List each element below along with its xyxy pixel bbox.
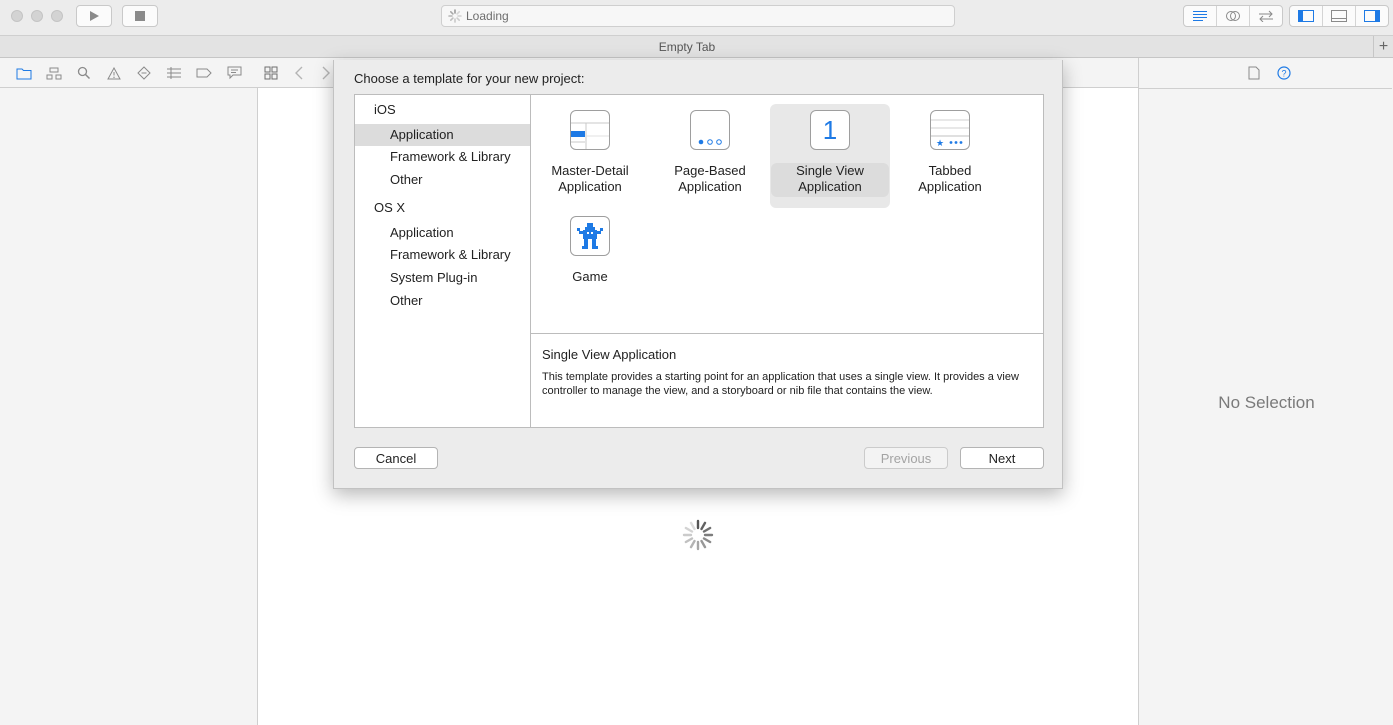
utilities-panel: ? No Selection <box>1138 58 1393 725</box>
editor-mode-control <box>1183 5 1283 27</box>
template-label: Tabbed Application <box>918 163 982 194</box>
description-title: Single View Application <box>542 347 677 362</box>
version-editor-button[interactable] <box>1250 6 1282 26</box>
next-button[interactable]: Next <box>960 447 1044 469</box>
go-back-button[interactable] <box>291 66 307 80</box>
assistant-editor-button[interactable] <box>1217 6 1250 26</box>
add-tab-button[interactable]: + <box>1373 36 1393 58</box>
play-icon <box>90 11 99 21</box>
template-label: Page-Based Application <box>674 163 746 194</box>
svg-text:★: ★ <box>936 139 944 149</box>
hierarchy-icon <box>46 67 62 79</box>
template-label: Single View Application <box>771 163 889 197</box>
category-group-osx: OS X <box>374 200 406 215</box>
small-spinner-icon <box>448 9 462 23</box>
sheet-title: Choose a template for your new project: <box>354 71 585 86</box>
breakpoint-icon <box>196 68 212 78</box>
category-group-ios: iOS <box>374 102 396 117</box>
template-tabbed[interactable]: ★ Tabbed Application <box>900 110 1000 195</box>
category-ios-framework-library[interactable]: Framework & Library <box>355 146 530 168</box>
speech-bubble-icon <box>227 66 241 80</box>
description-text: This template provides a starting point … <box>542 371 1019 397</box>
chevron-left-icon <box>295 66 303 80</box>
quick-help-tab[interactable]: ? <box>1276 66 1292 80</box>
svg-text:?: ? <box>1281 69 1286 79</box>
go-forward-button[interactable] <box>318 66 334 80</box>
help-icon: ? <box>1277 66 1291 80</box>
category-osx-system-plugin[interactable]: System Plug-in <box>355 267 530 289</box>
game-icon <box>570 216 610 256</box>
issue-navigator-tab[interactable] <box>106 66 122 80</box>
left-panel-icon <box>1298 10 1314 22</box>
tabbed-icon: ★ <box>930 110 970 150</box>
run-button[interactable] <box>76 5 112 27</box>
diamond-icon <box>137 66 151 80</box>
toggle-utilities-button[interactable] <box>1356 6 1388 26</box>
activity-viewer: Loading <box>441 5 955 27</box>
window-toolbar: Loading <box>0 0 1393 35</box>
template-single-view[interactable]: 1 Single View Application <box>770 104 890 208</box>
category-osx-other[interactable]: Other <box>355 290 530 312</box>
template-description-panel: Single View Application This template pr… <box>531 333 1044 428</box>
test-navigator-tab[interactable] <box>136 66 152 80</box>
file-inspector-tab[interactable] <box>1246 66 1262 80</box>
view-toggle-control <box>1289 5 1389 27</box>
activity-status-text: Loading <box>466 9 509 23</box>
loading-spinner-icon <box>682 519 714 551</box>
project-navigator-tab[interactable] <box>16 66 32 80</box>
new-project-sheet: Choose a template for your new project: … <box>333 60 1063 489</box>
tab-empty[interactable]: Empty Tab <box>0 40 1374 54</box>
close-window-button[interactable] <box>11 10 23 22</box>
breakpoint-navigator-tab[interactable] <box>196 66 212 80</box>
search-icon <box>77 66 91 80</box>
category-ios-other[interactable]: Other <box>355 169 530 191</box>
category-osx-framework-library[interactable]: Framework & Library <box>355 244 530 266</box>
standard-editor-button[interactable] <box>1184 6 1217 26</box>
standard-editor-icon <box>1193 11 1207 21</box>
zoom-window-button[interactable] <box>51 10 63 22</box>
grid-icon <box>264 66 278 80</box>
minimize-window-button[interactable] <box>31 10 43 22</box>
toggle-debug-area-button[interactable] <box>1323 6 1356 26</box>
report-navigator-tab[interactable] <box>226 66 242 80</box>
no-selection-label: No Selection <box>1218 393 1315 412</box>
debug-navigator-tab[interactable] <box>166 66 182 80</box>
single-view-icon-number: 1 <box>822 115 838 145</box>
single-view-icon: 1 <box>810 110 850 150</box>
assistant-editor-icon <box>1226 11 1240 21</box>
stop-icon <box>135 11 145 21</box>
find-navigator-tab[interactable] <box>76 66 92 80</box>
category-ios-application[interactable]: Application <box>355 124 530 146</box>
previous-button[interactable]: Previous <box>864 447 948 469</box>
right-panel-icon <box>1364 10 1380 22</box>
page-based-icon <box>690 110 730 150</box>
chevron-right-icon <box>322 66 330 80</box>
related-items-button[interactable] <box>263 66 279 80</box>
tab-bar: Empty Tab + <box>0 35 1393 58</box>
folder-icon <box>16 68 32 79</box>
template-page-based[interactable]: Page-Based Application <box>660 110 760 195</box>
warning-icon <box>107 66 121 79</box>
template-game[interactable]: Game <box>540 216 640 285</box>
template-label: Game <box>572 269 608 284</box>
template-category-list: iOS Application Framework & Library Othe… <box>354 94 531 428</box>
inspector-selector-bar: ? <box>1139 58 1392 89</box>
version-editor-icon <box>1259 10 1273 22</box>
bottom-panel-icon <box>1331 10 1347 22</box>
template-master-detail[interactable]: Master-Detail Application <box>540 110 640 195</box>
master-detail-icon <box>570 110 610 150</box>
template-grid: Master-Detail Application Page-Based App… <box>531 94 1044 334</box>
template-label: Master-Detail Application <box>551 163 629 194</box>
stop-button[interactable] <box>122 5 158 27</box>
toggle-navigator-button[interactable] <box>1290 6 1323 26</box>
category-osx-application[interactable]: Application <box>355 222 530 244</box>
symbol-navigator-tab[interactable] <box>46 66 62 80</box>
cancel-button[interactable]: Cancel <box>354 447 438 469</box>
navigator-panel <box>0 88 258 725</box>
document-icon <box>1248 66 1260 80</box>
gauge-list-icon <box>167 67 181 79</box>
